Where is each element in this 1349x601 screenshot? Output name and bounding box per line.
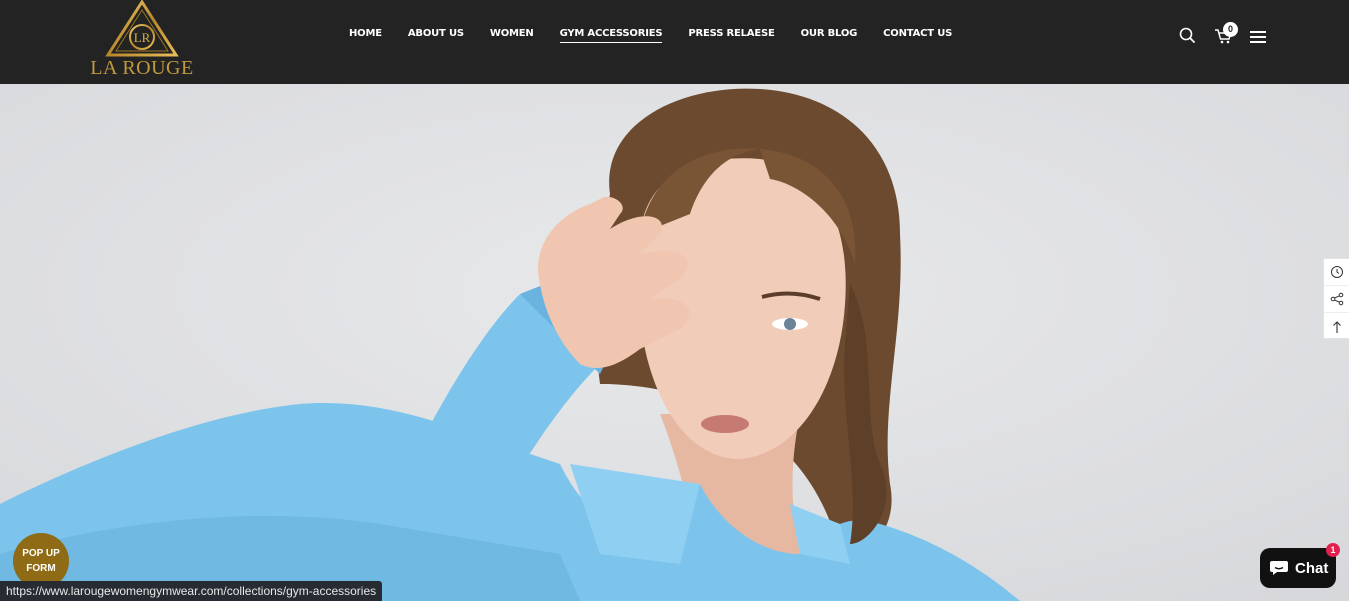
logo-emblem-icon: LR	[105, 0, 179, 57]
nav-contact-us[interactable]: CONTACT US	[883, 27, 952, 43]
hero-image	[0, 84, 1349, 601]
hero-banner[interactable]	[0, 84, 1349, 601]
brand-logo[interactable]: LR LA ROUGE	[84, 0, 200, 80]
chat-notification-badge: 1	[1326, 543, 1340, 557]
nav-home[interactable]: HOME	[349, 27, 382, 43]
brand-name: LA ROUGE	[90, 57, 194, 79]
side-toolbar	[1323, 258, 1349, 339]
chat-bubble-icon	[1270, 561, 1288, 575]
popup-form-line2: FORM	[26, 563, 56, 574]
popup-form-line1: POP UP	[22, 548, 60, 559]
back-to-top-icon[interactable]	[1324, 313, 1349, 340]
site-header: LR LA ROUGE HOME ABOUT US WOMEN GYM ACCE…	[0, 0, 1349, 84]
main-nav: HOME ABOUT US WOMEN GYM ACCESSORIES PRES…	[349, 27, 978, 43]
chat-button[interactable]: Chat	[1260, 548, 1336, 588]
menu-icon[interactable]	[1249, 29, 1267, 45]
recently-viewed-icon[interactable]	[1324, 259, 1349, 286]
status-bar-url: https://www.larougewomengymwear.com/coll…	[0, 581, 383, 601]
nav-our-blog[interactable]: OUR BLOG	[801, 27, 858, 43]
nav-gym-accessories[interactable]: GYM ACCESSORIES	[559, 27, 663, 43]
share-icon[interactable]	[1324, 286, 1349, 313]
cart-count-badge: 0	[1223, 22, 1238, 37]
nav-press-release[interactable]: PRESS RELAESE	[688, 27, 774, 43]
logo-monogram: LR	[134, 30, 151, 45]
search-icon[interactable]	[1178, 26, 1198, 46]
chat-label: Chat	[1295, 559, 1329, 577]
nav-women[interactable]: WOMEN	[490, 27, 534, 43]
nav-about-us[interactable]: ABOUT US	[408, 27, 464, 43]
